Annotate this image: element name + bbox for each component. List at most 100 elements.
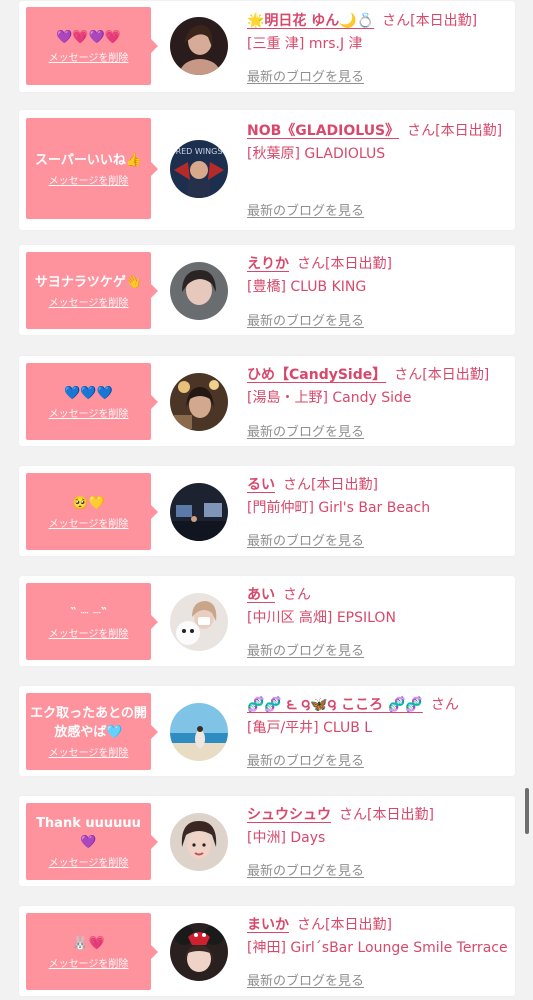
area-label: [門前仲町]: [247, 500, 314, 516]
area-label: [豊橋]: [247, 279, 286, 295]
message-text: エク取ったあとの開放感やば🩵: [30, 706, 147, 740]
message-card: ‶ ┈ ┈‶ メッセージを削除 あい さん [中川区 高畑] EPSILON 最新…: [19, 576, 515, 666]
message-card: サヨナラツケゲ👋 メッセージを削除 えりか さん[本日出勤] [豊橋] CLUB …: [19, 245, 515, 335]
message-bubble: Thank uuuuuu💜 メッセージを削除: [26, 803, 158, 880]
status-badge: [本日出勤]: [311, 477, 378, 493]
delete-message-link[interactable]: メッセージを削除: [49, 49, 129, 64]
message-card: 🐰💗 メッセージを削除 まいか さん[本日出勤] [神田] Girl´sBar L…: [19, 906, 515, 996]
member-name-link[interactable]: あい: [247, 587, 275, 603]
avatar[interactable]: [170, 923, 228, 981]
svg-text:RED WINGS: RED WINGS: [176, 147, 223, 156]
message-text: 🐰💗: [72, 935, 105, 951]
status-badge: [本日出勤]: [435, 123, 503, 139]
latest-blog-link[interactable]: 最新のブログを見る: [247, 750, 364, 769]
message-bubble: スーパーいいね👍 メッセージを削除: [26, 118, 158, 219]
delete-message-link[interactable]: メッセージを削除: [49, 172, 129, 187]
delete-message-link[interactable]: メッセージを削除: [49, 955, 129, 970]
honorific: さん: [297, 256, 325, 272]
avatar[interactable]: [170, 17, 228, 75]
area-label: [中洲]: [247, 830, 286, 846]
message-text: 💙💙💙: [64, 385, 113, 401]
member-name-link[interactable]: るい: [247, 477, 275, 493]
member-info: えりか さん[本日出勤] [豊橋] CLUB KING: [247, 252, 503, 298]
honorific: さん: [382, 13, 411, 29]
status-badge: [本日出勤]: [325, 256, 392, 272]
status-badge: [本日出勤]: [410, 13, 478, 29]
shop-name: Girl´sBar Lounge Smile Terrace: [290, 940, 508, 956]
honorific: さん: [297, 917, 325, 933]
member-info: 🧬🧬 ౬ ౸🦋౸ こころ 🧬🧬 さん [亀戸/平井] CLUB L: [247, 693, 503, 739]
scrollbar[interactable]: [525, 788, 529, 834]
member-info: あい さん [中川区 高畑] EPSILON: [247, 583, 503, 629]
member-info: ひめ【CandySide】 さん[本日出勤] [湯島・上野] Candy Side: [247, 363, 503, 409]
avatar[interactable]: [170, 703, 228, 761]
shop-name: EPSILON: [336, 610, 396, 626]
message-bubble: 💜💗💜💗 メッセージを削除: [26, 7, 158, 85]
area-label: [秋葉原]: [247, 146, 300, 162]
avatar[interactable]: [170, 483, 228, 541]
area-label: [三重 津]: [247, 36, 305, 52]
delete-message-link[interactable]: メッセージを削除: [49, 625, 129, 640]
member-name-link[interactable]: えりか: [247, 256, 289, 272]
shop-name: Candy Side: [332, 390, 412, 406]
latest-blog-link[interactable]: 最新のブログを見る: [247, 970, 364, 989]
message-text: 🥺💛: [72, 495, 105, 511]
shop-name: GLADIOLUS: [304, 146, 386, 162]
shop-name: Days: [290, 830, 326, 846]
message-card: スーパーいいね👍 メッセージを削除 RED WINGS NOB《GLADIOLU…: [19, 110, 515, 230]
message-card: エク取ったあとの開放感やば🩵 メッセージを削除 🧬🧬 ౬ ౸🦋౸ こころ 🧬🧬 さ…: [19, 686, 515, 776]
avatar[interactable]: [170, 813, 228, 871]
member-name-link[interactable]: 🧬🧬 ౬ ౸🦋౸ こころ 🧬🧬: [247, 697, 423, 713]
honorific: さん: [407, 123, 436, 139]
member-info: 🌟明日花 ゆん🌙💍 さん[本日出勤] [三重 津] mrs.J 津: [247, 9, 503, 55]
member-info: シュウシュウ さん[本日出勤] [中洲] Days: [247, 803, 503, 849]
message-card: Thank uuuuuu💜 メッセージを削除 シュウシュウ さん[本日出勤] [中…: [19, 796, 515, 886]
latest-blog-link[interactable]: 最新のブログを見る: [247, 530, 364, 549]
message-bubble: 🐰💗 メッセージを削除: [26, 913, 158, 990]
member-name-link[interactable]: 🌟明日花 ゆん🌙💍: [247, 13, 374, 29]
member-name-link[interactable]: シュウシュウ: [247, 807, 331, 823]
member-name-link[interactable]: NOB《GLADIOLUS》: [247, 123, 399, 139]
member-name-link[interactable]: まいか: [247, 917, 289, 933]
latest-blog-link[interactable]: 最新のブログを見る: [247, 310, 364, 329]
delete-message-link[interactable]: メッセージを削除: [49, 854, 129, 869]
avatar[interactable]: RED WINGS: [170, 140, 228, 198]
honorific: さん: [394, 367, 423, 383]
delete-message-link[interactable]: メッセージを削除: [49, 405, 129, 420]
message-bubble: 🥺💛 メッセージを削除: [26, 473, 158, 550]
latest-blog-link[interactable]: 最新のブログを見る: [247, 200, 364, 219]
member-info: NOB《GLADIOLUS》 さん[本日出勤] [秋葉原] GLADIOLUS: [247, 119, 503, 165]
shop-name: mrs.J 津: [308, 36, 363, 52]
member-name-link[interactable]: ひめ【CandySide】: [247, 367, 386, 383]
honorific: さん: [339, 807, 367, 823]
latest-blog-link[interactable]: 最新のブログを見る: [247, 66, 364, 85]
area-label: [中川区 高畑]: [247, 610, 333, 626]
member-info: るい さん[本日出勤] [門前仲町] Girl's Bar Beach: [247, 473, 503, 519]
honorific: さん: [283, 587, 311, 603]
area-label: [湯島・上野]: [247, 390, 328, 406]
delete-message-link[interactable]: メッセージを削除: [49, 744, 129, 759]
message-text: 💜💗💜💗: [56, 30, 121, 45]
message-card: 🥺💛 メッセージを削除 るい さん[本日出勤] [門前仲町] Girl's Bar…: [19, 466, 515, 556]
area-label: [神田]: [247, 940, 286, 956]
message-card: 💜💗💜💗 メッセージを削除 🌟明日花 ゆん🌙💍 さん[本日出勤] [三重 津] m…: [19, 1, 515, 92]
delete-message-link[interactable]: メッセージを削除: [49, 515, 129, 530]
message-text: ‶ ┈ ┈‶: [70, 605, 107, 621]
message-bubble: 💙💙💙 メッセージを削除: [26, 363, 158, 440]
message-bubble: ‶ ┈ ┈‶ メッセージを削除: [26, 583, 158, 660]
avatar[interactable]: [170, 373, 228, 431]
latest-blog-link[interactable]: 最新のブログを見る: [247, 640, 364, 659]
shop-name: Girl's Bar Beach: [318, 500, 431, 516]
latest-blog-link[interactable]: 最新のブログを見る: [247, 421, 364, 440]
status-badge: [本日出勤]: [422, 367, 490, 383]
delete-message-link[interactable]: メッセージを削除: [49, 294, 129, 309]
avatar[interactable]: [170, 593, 228, 651]
status-badge: [本日出勤]: [325, 917, 392, 933]
message-card: 💙💙💙 メッセージを削除 ひめ【CandySide】 さん[本日出勤] [湯島・上…: [19, 356, 515, 446]
area-label: [亀戸/平井]: [247, 720, 319, 736]
message-text: Thank uuuuuu💜: [36, 816, 141, 850]
message-text: サヨナラツケゲ👋: [34, 274, 143, 290]
latest-blog-link[interactable]: 最新のブログを見る: [247, 860, 364, 879]
avatar[interactable]: [170, 262, 228, 320]
message-bubble: エク取ったあとの開放感やば🩵 メッセージを削除: [26, 693, 158, 770]
